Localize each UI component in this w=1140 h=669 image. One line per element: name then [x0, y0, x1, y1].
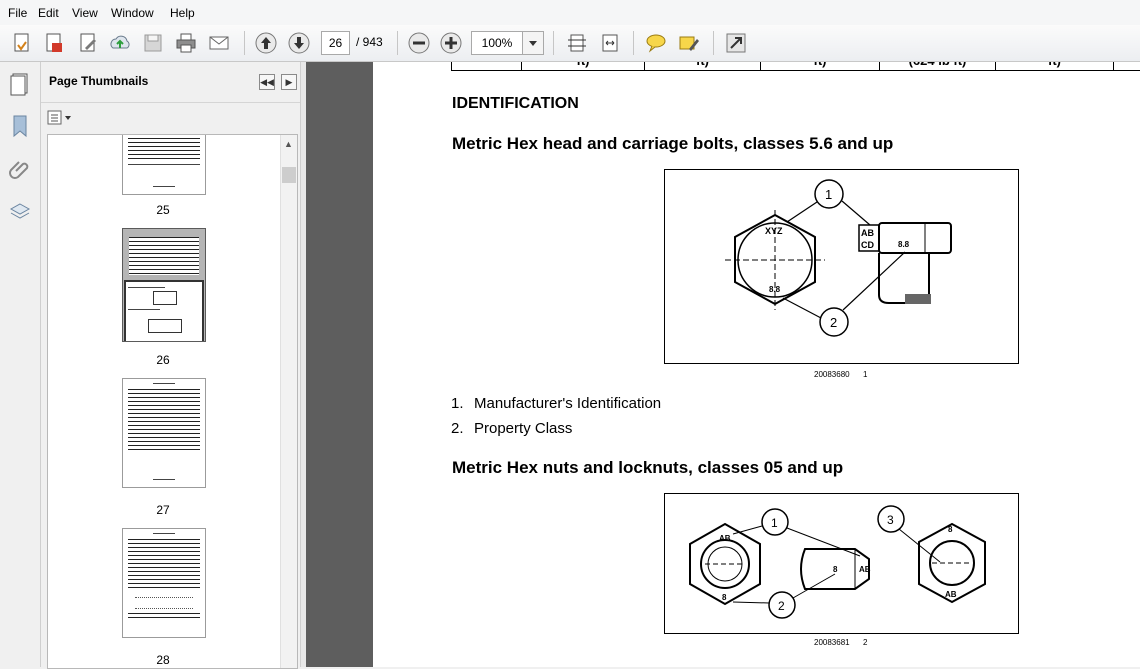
thumbnail-page-25[interactable] — [122, 135, 206, 195]
nut-side-class: 8 — [833, 565, 838, 574]
next-page-icon[interactable] — [287, 31, 311, 55]
figure-1-number: 1 — [863, 370, 868, 379]
marking-class-side: 8.8 — [898, 240, 910, 249]
thumbnail-options-icon[interactable] — [47, 109, 75, 127]
save-icon[interactable] — [141, 31, 165, 55]
list-item-property-class: Property Class — [474, 420, 573, 437]
marking-cd: CD — [861, 240, 874, 250]
thumbnail-page-26[interactable] — [122, 228, 206, 342]
comment-icon[interactable] — [644, 31, 668, 55]
bookmark-icon[interactable] — [8, 114, 32, 138]
bolts-heading: Metric Hex head and carriage bolts, clas… — [452, 134, 894, 153]
zoom-level-input[interactable]: 100% — [471, 31, 523, 55]
pdf-document-icon[interactable] — [42, 31, 66, 55]
nut-callout-3: 3 — [887, 513, 894, 527]
thumbnail-label-27: 27 — [156, 503, 170, 517]
menu-file[interactable]: File — [8, 6, 27, 20]
thumbnail-label-26: 26 — [156, 353, 170, 367]
figure-2-number: 2 — [863, 638, 868, 647]
print-icon[interactable] — [174, 31, 198, 55]
fit-page-icon[interactable] — [565, 31, 589, 55]
highlight-text-icon[interactable] — [677, 31, 701, 55]
upload-icon[interactable] — [108, 31, 132, 55]
table-cell: ft) — [521, 62, 644, 70]
zoom-out-icon[interactable] — [407, 31, 431, 55]
list-number-2: 2. — [451, 420, 464, 437]
callout-1: 1 — [825, 187, 832, 202]
page-number-input[interactable]: 26 — [321, 31, 350, 55]
scrollbar-thumb[interactable] — [282, 167, 296, 183]
thumbnail-page-28[interactable] — [122, 528, 206, 638]
zoom-dropdown-arrow[interactable] — [522, 31, 544, 55]
torque-table-bottom-row: ft) ft) ft) (624 lb ft) ft) — [451, 62, 1140, 71]
nut-side-ab: AB — [859, 565, 871, 574]
navigation-pane-buttons — [0, 62, 41, 667]
scroll-up-arrow[interactable]: ▲ — [284, 139, 293, 149]
locknut-ab: AB — [945, 590, 957, 599]
figure-2-id: 20083681 — [814, 638, 850, 647]
toolbar: 26 / 943 100% — [0, 25, 1140, 62]
list-number-1: 1. — [451, 395, 464, 412]
figure-nut-identification: AB 8 8 AB 8 AB 1 2 3 — [664, 493, 1019, 634]
thumbnail-label-28: 28 — [156, 653, 170, 667]
thumbnail-scrollbar[interactable]: ▲ — [280, 135, 297, 668]
thumbnails-header: Page Thumbnails ◀◀ ▶ — [41, 62, 300, 103]
edit-document-icon[interactable] — [76, 31, 100, 55]
callout-2: 2 — [830, 315, 837, 330]
thumbnail-list[interactable]: 25 26 27 28 ▲ — [47, 134, 298, 669]
zoom-in-icon[interactable] — [439, 31, 463, 55]
pages-icon[interactable] — [8, 72, 32, 96]
thumbnail-label-25: 25 — [156, 203, 170, 217]
nuts-heading: Metric Hex nuts and locknuts, classes 05… — [452, 458, 844, 477]
menu-bar: File Edit View Window Help — [0, 0, 1140, 26]
table-cell: ft) — [644, 62, 760, 70]
email-icon[interactable] — [207, 31, 231, 55]
list-item-manufacturer-id: Manufacturer's Identification — [474, 395, 662, 412]
menu-help[interactable]: Help — [170, 6, 195, 20]
table-cell: (624 lb ft) — [879, 62, 995, 70]
menu-window[interactable]: Window — [111, 6, 154, 20]
previous-page-icon[interactable] — [254, 31, 278, 55]
expand-icon[interactable] — [724, 31, 748, 55]
create-pdf-icon[interactable] — [10, 31, 34, 55]
panel-title: Page Thumbnails — [49, 74, 149, 88]
figure-1-id: 20083680 — [814, 370, 850, 379]
fit-width-icon[interactable] — [598, 31, 622, 55]
marking-class-head: 8.8 — [769, 285, 781, 294]
table-cell: ft) — [760, 62, 879, 70]
nut-marking-ab: AB — [719, 534, 731, 543]
collapse-panel-icon[interactable]: ◀◀ — [259, 74, 275, 90]
nut-marking-class: 8 — [722, 593, 727, 602]
thumbnail-page-27[interactable] — [122, 378, 206, 488]
section-heading-identification: IDENTIFICATION — [452, 95, 579, 112]
attachment-icon[interactable] — [8, 157, 32, 181]
marking-xyz: XYZ — [765, 226, 783, 236]
menu-view[interactable]: View — [72, 6, 98, 20]
document-page: ft) ft) ft) (624 lb ft) ft) IDENTIFICATI… — [373, 62, 1140, 667]
nut-callout-1: 1 — [771, 516, 778, 530]
page-total-label: / 943 — [356, 35, 383, 49]
layers-icon[interactable] — [8, 200, 32, 224]
menu-edit[interactable]: Edit — [38, 6, 59, 20]
expand-panel-icon[interactable]: ▶ — [281, 74, 297, 90]
nut-callout-2: 2 — [778, 599, 785, 613]
figure-bolt-identification: XYZ 8.8 AB CD 8.8 1 2 — [664, 169, 1019, 364]
document-margin — [306, 62, 373, 667]
page-thumbnails-panel: Page Thumbnails ◀◀ ▶ 25 26 27 28 ▲ — [41, 62, 300, 669]
table-cell: ft) — [995, 62, 1113, 70]
marking-ab: AB — [861, 228, 874, 238]
locknut-class: 8 — [948, 525, 953, 534]
